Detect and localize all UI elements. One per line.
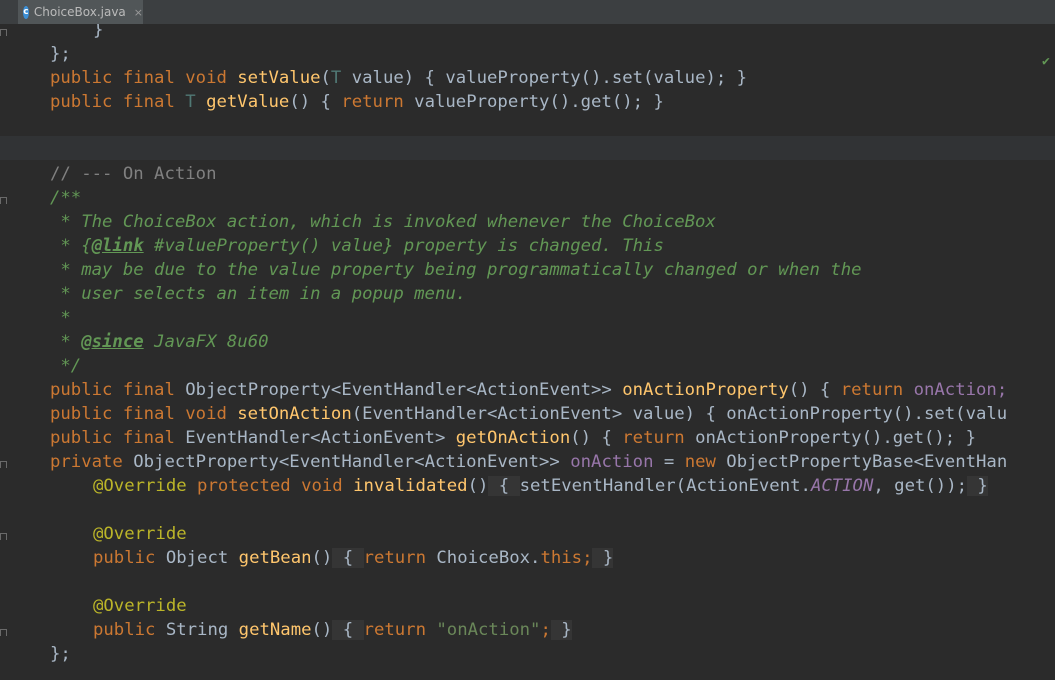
code-line: public final EventHandler<ActionEvent> g… [50,428,977,448]
fold-marker-icon[interactable] [0,533,7,541]
fold-marker-icon[interactable] [0,461,7,469]
code-line: * user selects an item in a popup menu. [50,284,467,304]
code-line: * [50,308,71,328]
code-line: @Override [93,596,187,616]
code-line: public final ObjectProperty<EventHandler… [50,380,1008,400]
current-line-highlight [0,136,1055,160]
fold-marker-icon[interactable] [0,197,7,205]
code-line: }; [50,44,71,64]
code-line: @Override [93,524,187,544]
code-line: public final void setOnAction(EventHandl… [50,404,1008,424]
editor-tab-bar: c ChoiceBox.java × [0,0,1055,25]
java-class-icon: c [23,5,29,19]
code-line: private ObjectProperty<EventHandler<Acti… [50,452,1008,472]
fold-marker-icon[interactable] [0,629,7,637]
code-line: * @since JavaFX 8u60 [50,332,269,352]
code-line: }; [50,644,71,664]
code-line: public String getName() { return "onActi… [93,620,572,640]
code-line: public Object getBean() { return ChoiceB… [93,548,614,568]
code-line: /** [50,188,82,208]
code-line: // --- On Action [50,164,217,184]
gutter [0,24,22,680]
fold-marker-icon[interactable] [0,29,7,37]
code-line: * The ChoiceBox action, which is invoked… [50,212,716,232]
tab-filename: ChoiceBox.java [33,5,126,19]
code-line: } [93,24,104,40]
tab-choicebox-java[interactable]: c ChoiceBox.java × [18,0,143,24]
code-line: * {@link #valueProperty() value} propert… [50,236,664,256]
code-line: public final T getValue() { return value… [50,92,664,112]
code-editor[interactable]: ✔ } }; public final void setValue(T valu… [0,24,1055,680]
code-line: @Override protected void invalidated() {… [93,476,988,496]
ok-check-icon: ✔ [1042,54,1050,69]
code-line: public final void setValue(T value) { va… [50,68,748,88]
code-line: * may be due to the value property being… [50,260,862,280]
code-line: */ [50,356,82,376]
close-icon[interactable]: × [134,6,143,19]
